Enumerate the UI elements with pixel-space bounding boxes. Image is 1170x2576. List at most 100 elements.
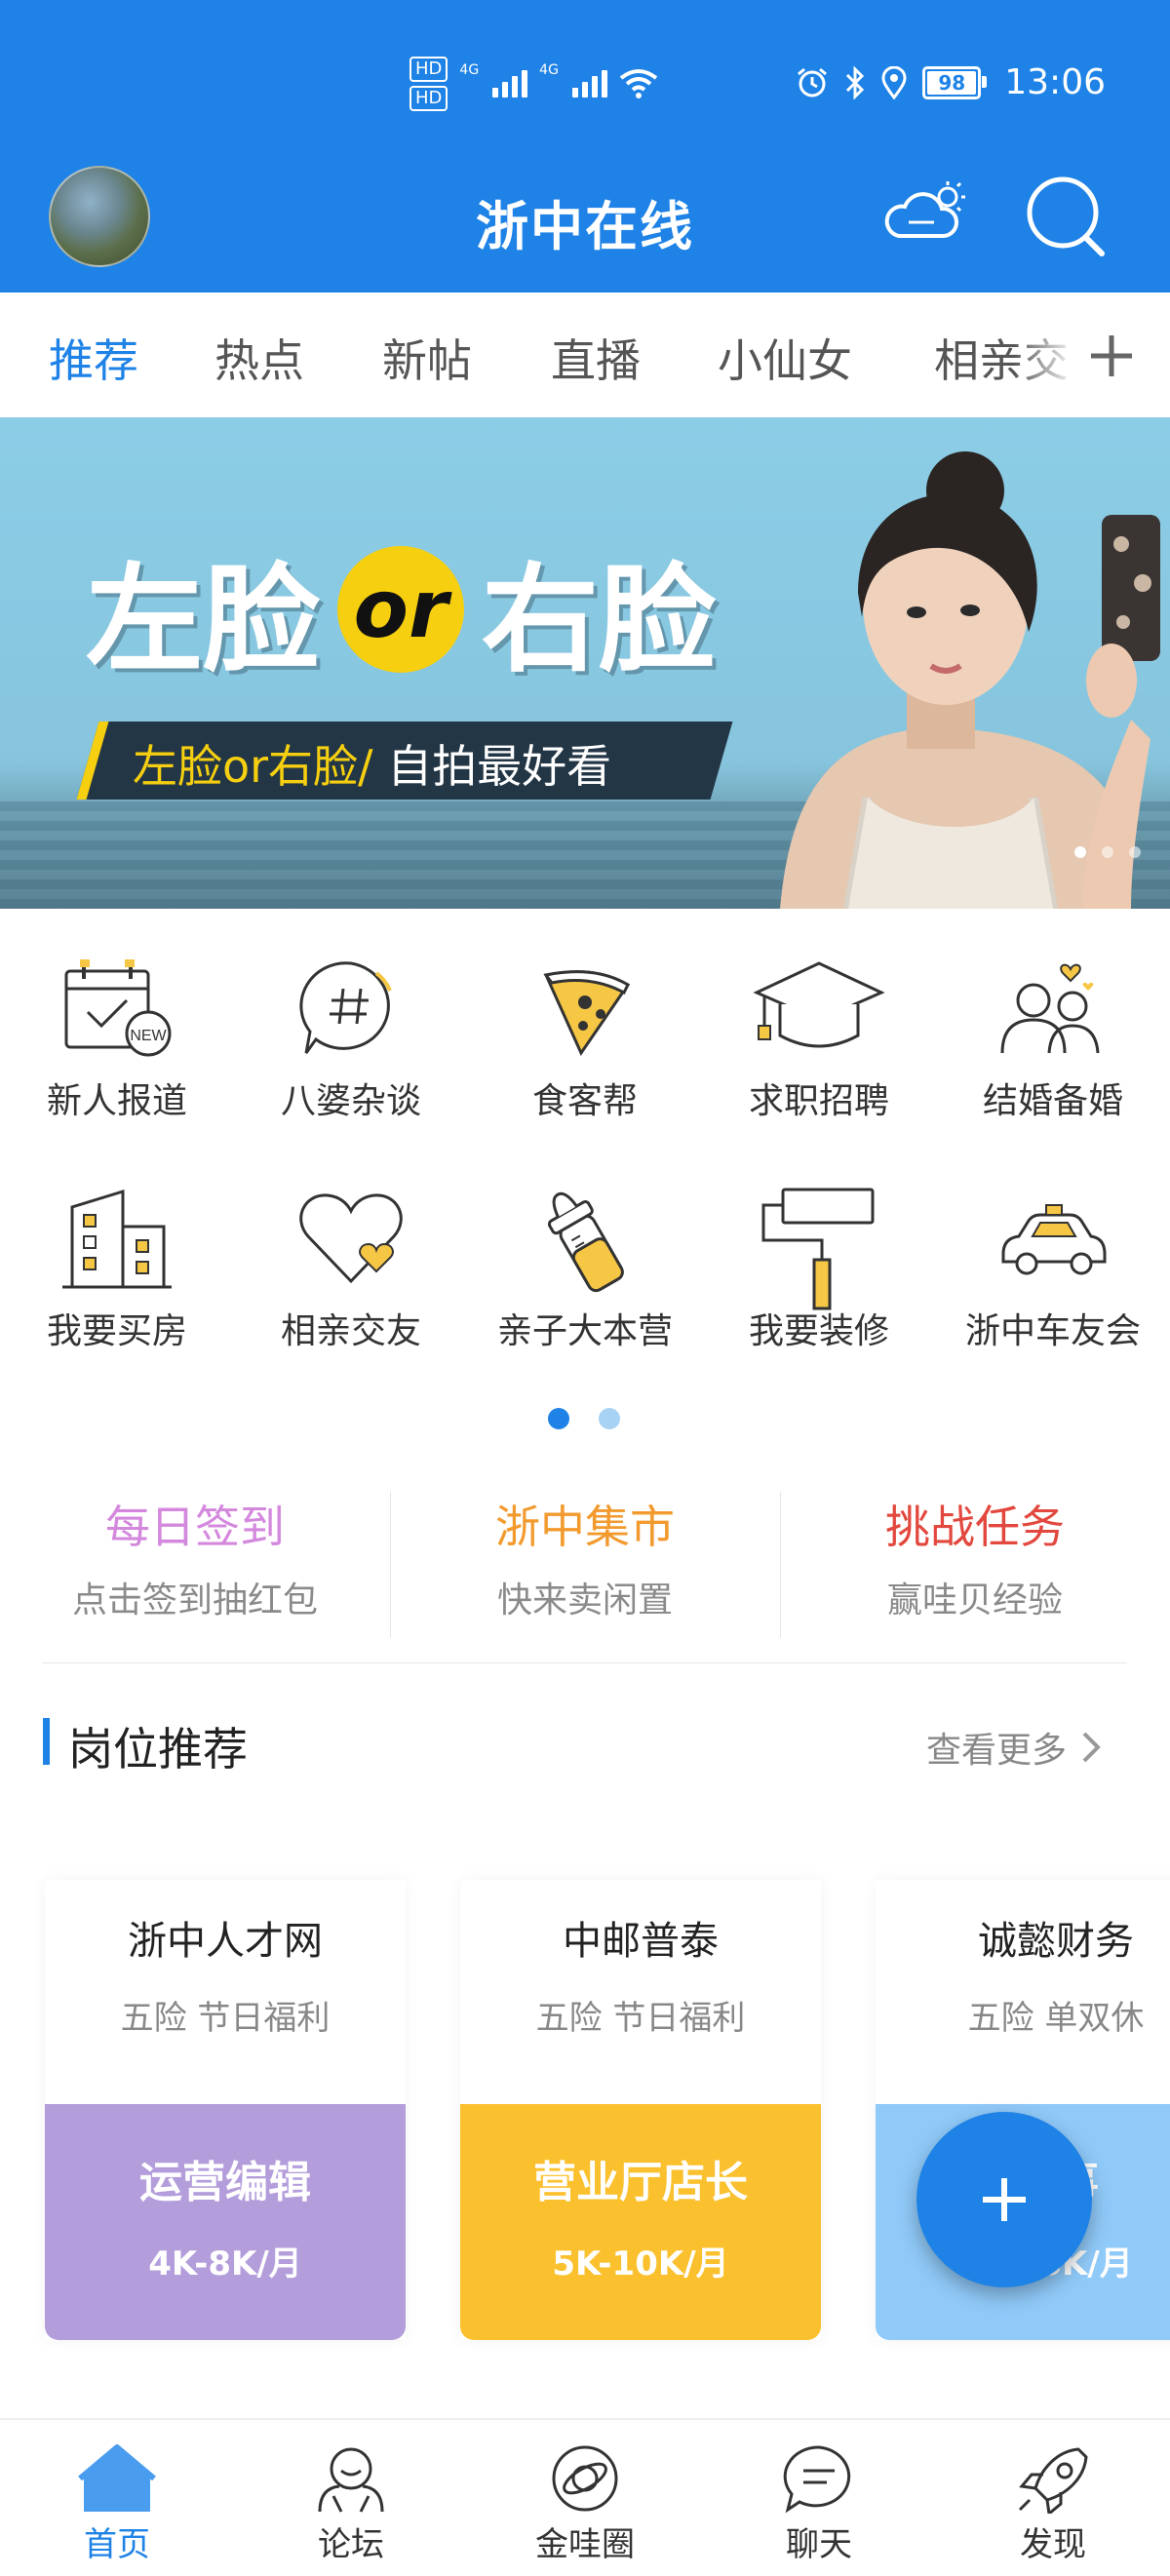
grid-label: 我要买房 xyxy=(46,1311,187,1351)
promo-banner[interactable]: 左脸 or 右脸 左脸or右脸/ 自拍最好看 xyxy=(0,417,1170,909)
heart-icon xyxy=(299,1193,403,1284)
job-card[interactable]: 中邮普泰 五险 节日福利 营业厅店长 5K-10K/月 xyxy=(460,1880,821,2340)
job-company: 诚懿财务 xyxy=(978,1919,1134,1964)
tab-hot[interactable]: 热点 xyxy=(214,326,304,390)
forum-icon xyxy=(318,2447,384,2513)
view-more-link[interactable]: 查看更多 xyxy=(926,1722,1102,1773)
daily-checkin[interactable]: 每日签到 点击签到抽红包 xyxy=(0,1492,390,1622)
status-right: 98 13:06 xyxy=(796,62,1106,102)
nav-label: 聊天 xyxy=(786,2525,852,2564)
hd1-badge: HD xyxy=(410,57,448,82)
taxi-icon xyxy=(1001,1204,1107,1275)
nav-forum[interactable]: 论坛 xyxy=(234,2420,468,2576)
banner-dot-active xyxy=(1074,846,1086,858)
banner-subtitle-highlight: 左脸or右脸/ xyxy=(133,740,373,793)
daily-checkin-title: 每日签到 xyxy=(105,1501,285,1553)
nav-label: 发现 xyxy=(1020,2525,1086,2564)
nav-discover[interactable]: 发现 xyxy=(936,2420,1170,2576)
banner-title-right: 右脸 xyxy=(482,553,716,688)
section-divider xyxy=(43,1662,1127,1663)
job-position: 运营编辑 xyxy=(139,2158,311,2207)
svg-text:NEW: NEW xyxy=(130,1028,167,1044)
tab-recommend[interactable]: 推荐 xyxy=(49,326,138,390)
wifi-icon xyxy=(619,69,658,98)
grid-label: 我要装修 xyxy=(748,1311,889,1351)
job-card[interactable]: 浙中人才网 五险 节日福利 运营编辑 4K-8K/月 xyxy=(45,1880,406,2340)
grid-item-renovation[interactable]: 我要装修 xyxy=(702,1186,936,1353)
job-position-block: 营业厅店长 5K-10K/月 xyxy=(460,2104,821,2340)
view-more-label: 查看更多 xyxy=(925,1731,1067,1771)
banner-pagination xyxy=(1074,846,1141,858)
grid-item-parenting[interactable]: 亲子大本营 xyxy=(468,1186,702,1353)
chevron-right-icon xyxy=(1082,1732,1101,1763)
tab-live[interactable]: 直播 xyxy=(551,326,641,390)
banner-title-left: 左脸 xyxy=(86,553,320,688)
grid-item-foodie[interactable]: 食客帮 xyxy=(468,956,702,1123)
market[interactable]: 浙中集市 快来卖闲置 xyxy=(390,1492,780,1622)
grid-item-wedding[interactable]: 结婚备婚 xyxy=(936,956,1170,1123)
nav-label: 首页 xyxy=(84,2525,150,2564)
nav-circle[interactable]: 金哇圈 xyxy=(468,2420,702,2576)
banner-or-badge: or xyxy=(337,546,464,673)
section-title: 岗位推荐 xyxy=(68,1723,248,1776)
planet-icon xyxy=(552,2445,618,2512)
grid-label: 结婚备婚 xyxy=(982,1081,1123,1121)
plus-icon xyxy=(983,2178,1026,2221)
grid-item-car-club[interactable]: 浙中车友会 xyxy=(936,1186,1170,1353)
banner-subtitle-rest: 自拍最好看 xyxy=(372,740,612,793)
grid-item-new-member[interactable]: NEW 新人报道 xyxy=(0,956,234,1123)
signal-icon xyxy=(492,70,528,98)
app-title: 浙中在线 xyxy=(476,196,694,257)
job-company: 中邮普泰 xyxy=(563,1919,719,1964)
grid-label: 浙中车友会 xyxy=(964,1311,1141,1351)
nav-home[interactable]: 首页 xyxy=(0,2420,234,2576)
rocket-icon xyxy=(1018,2447,1088,2514)
job-salary: 5K-10K/月 xyxy=(552,2244,729,2283)
nav-label: 论坛 xyxy=(318,2525,384,2564)
search-icon[interactable] xyxy=(1024,174,1112,261)
job-position: 营业厅店长 xyxy=(533,2158,748,2207)
network-type-1: 4G xyxy=(459,62,480,78)
job-salary: 4K-8K/月 xyxy=(148,2244,302,2283)
calendar-new-icon: NEW xyxy=(64,959,172,1057)
grid-item-dating[interactable]: 相亲交友 xyxy=(234,1186,468,1353)
job-benefits: 五险 节日福利 xyxy=(535,1999,746,2038)
grid-item-jobs[interactable]: 求职招聘 xyxy=(702,956,936,1123)
grid-label: 八婆杂谈 xyxy=(280,1081,421,1121)
alarm-icon xyxy=(798,67,828,97)
network-indicators: HD HD 4G 4G xyxy=(410,55,658,113)
pager-dot xyxy=(599,1408,620,1429)
grid-label: 求职招聘 xyxy=(748,1081,889,1121)
add-tab-icon[interactable] xyxy=(1087,332,1136,380)
pager-dot-active xyxy=(548,1408,569,1429)
network-type-2: 4G xyxy=(539,62,559,78)
battery-level: 98 xyxy=(938,70,966,95)
hd2-badge: HD xyxy=(410,86,448,111)
tab-new-posts[interactable]: 新帖 xyxy=(382,326,472,390)
job-benefits: 五险 节日福利 xyxy=(120,1999,331,2038)
grid-label: 食客帮 xyxy=(531,1081,638,1121)
challenge-title: 挑战任务 xyxy=(885,1501,1065,1553)
market-title: 浙中集市 xyxy=(495,1501,675,1553)
hd-indicators: HD HD xyxy=(410,55,448,113)
clock: 13:06 xyxy=(1004,62,1106,102)
quick-actions: 每日签到 点击签到抽红包 浙中集市 快来卖闲置 挑战任务 赢哇贝经验 xyxy=(0,1492,1170,1638)
challenge-tasks[interactable]: 挑战任务 赢哇贝经验 xyxy=(780,1492,1170,1622)
challenge-subtitle: 赢哇贝经验 xyxy=(886,1581,1063,1620)
signal-icon-2 xyxy=(571,70,607,98)
home-icon xyxy=(78,2444,156,2512)
hash-bubble-icon xyxy=(299,961,392,1054)
daily-checkin-subtitle: 点击签到抽红包 xyxy=(71,1581,318,1620)
baby-bottle-icon xyxy=(547,1191,624,1293)
grid-item-buy-house[interactable]: 我要买房 xyxy=(0,1186,234,1353)
tab-fairy[interactable]: 小仙女 xyxy=(718,326,852,390)
market-subtitle: 快来卖闲置 xyxy=(496,1581,673,1620)
grid-label: 亲子大本营 xyxy=(496,1311,673,1351)
app-header: 浙中在线 xyxy=(0,166,1170,293)
grid-item-gossip[interactable]: 八婆杂谈 xyxy=(234,956,468,1123)
nav-chat[interactable]: 聊天 xyxy=(702,2420,936,2576)
weather-icon[interactable] xyxy=(879,179,967,248)
create-post-button[interactable] xyxy=(916,2112,1092,2287)
status-bar: HD HD 4G 4G 98 13:06 xyxy=(0,0,1170,166)
grid-label: 相亲交友 xyxy=(280,1311,421,1351)
